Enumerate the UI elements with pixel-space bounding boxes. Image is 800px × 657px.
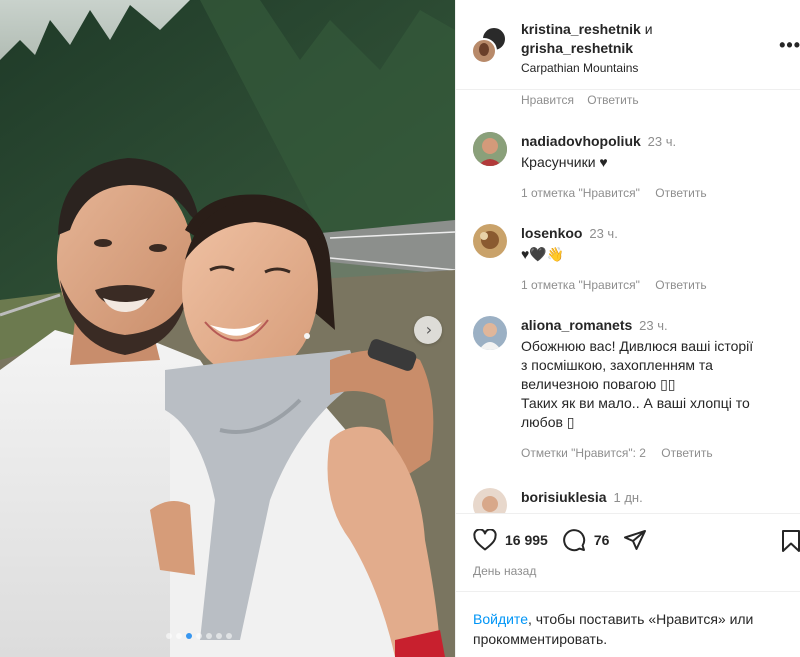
comment-text-line: з посмішкою, захопленням та xyxy=(521,357,713,373)
like-count[interactable]: 16 995 xyxy=(505,532,548,548)
post-authors: kristina_reshetnik и grisha_reshetnik Ca… xyxy=(521,20,653,78)
comment-text-line: Обожнюю вас! Дивлюся ваші історії xyxy=(521,338,754,354)
avatar[interactable] xyxy=(473,488,507,513)
comment-likes[interactable]: 1 отметка "Нравится" xyxy=(521,278,640,292)
comment-username[interactable]: aliona_romanets xyxy=(521,317,632,333)
login-prompt: Войдите, чтобы поставить «Нравится» или … xyxy=(456,591,800,657)
bookmark-icon[interactable] xyxy=(781,529,800,553)
comment-time[interactable]: 1 дн. xyxy=(613,490,642,505)
avatar[interactable] xyxy=(471,38,497,64)
comment-actions: Нравится Ответить xyxy=(521,93,649,107)
carousel-dot xyxy=(196,633,202,639)
author-link[interactable]: grisha_reshetnik xyxy=(521,39,653,58)
reply-button[interactable]: Ответить xyxy=(655,186,706,200)
comment-likes[interactable]: Отметки "Нравится": 2 xyxy=(521,446,646,460)
share-icon[interactable] xyxy=(623,529,647,551)
post-panel: kristina_reshetnik и grisha_reshetnik Ca… xyxy=(455,0,800,657)
carousel-dot xyxy=(226,633,232,639)
like-comment-button[interactable]: Нравится xyxy=(521,93,574,107)
reply-button[interactable]: Ответить xyxy=(655,278,706,292)
carousel-dot xyxy=(176,633,182,639)
avatar[interactable] xyxy=(473,316,507,350)
reply-button[interactable]: Ответить xyxy=(661,446,712,460)
carousel-next-button[interactable]: › xyxy=(414,316,442,344)
collab-avatars[interactable] xyxy=(471,26,511,66)
comment-text-line: величезною повагою ▯▯ xyxy=(521,376,676,392)
comment-text: Красунчики ♥ xyxy=(521,154,608,170)
comment-username[interactable]: losenkoo xyxy=(521,225,582,241)
comment-username[interactable]: borisiuklesia xyxy=(521,489,607,505)
post-header: kristina_reshetnik и grisha_reshetnik Ca… xyxy=(456,0,800,90)
carousel-dot xyxy=(166,633,172,639)
comment-text-line: Таких як ви мало.. А ваші хлопці то xyxy=(521,395,750,411)
carousel-dots xyxy=(166,633,232,639)
more-horizontal-icon[interactable]: ••• xyxy=(779,35,800,56)
heart-icon[interactable] xyxy=(473,529,497,551)
post-actions: 16 995 76 День назад xyxy=(456,513,800,591)
avatar[interactable] xyxy=(473,224,507,258)
comment-time[interactable]: 23 ч. xyxy=(639,318,667,333)
author-link[interactable]: kristina_reshetnik xyxy=(521,21,641,37)
carousel-dot xyxy=(186,633,192,639)
comment-text: Обожнюю вас! Дивлюся ваші історії з посм… xyxy=(521,337,791,432)
login-link[interactable]: Войдите xyxy=(473,611,528,627)
comment-icon[interactable] xyxy=(562,528,586,552)
couple-selfie-image xyxy=(0,0,455,657)
comment-likes[interactable]: 1 отметка "Нравится" xyxy=(521,186,640,200)
carousel-dot xyxy=(216,633,222,639)
author-conjunction: и xyxy=(644,21,653,37)
comment-username[interactable]: nadiadovhopoliuk xyxy=(521,133,641,149)
post-photo[interactable]: › xyxy=(0,0,455,657)
comment-text: ♥🖤👋 xyxy=(521,246,565,262)
location-link[interactable]: Carpathian Mountains xyxy=(521,59,653,78)
reply-button[interactable]: Ответить xyxy=(587,93,638,107)
post-timestamp[interactable]: День назад xyxy=(473,564,536,578)
comments-list[interactable]: Нравится Ответить nadiadovhopoliuk 23 ч.… xyxy=(456,90,800,513)
avatar[interactable] xyxy=(473,132,507,166)
chevron-right-icon: › xyxy=(425,320,433,339)
carousel-dot xyxy=(206,633,212,639)
comment-count[interactable]: 76 xyxy=(594,532,610,548)
comment-time[interactable]: 23 ч. xyxy=(589,226,617,241)
comment-time[interactable]: 23 ч. xyxy=(648,134,676,149)
comment-text-line: любов ▯ xyxy=(521,414,575,430)
